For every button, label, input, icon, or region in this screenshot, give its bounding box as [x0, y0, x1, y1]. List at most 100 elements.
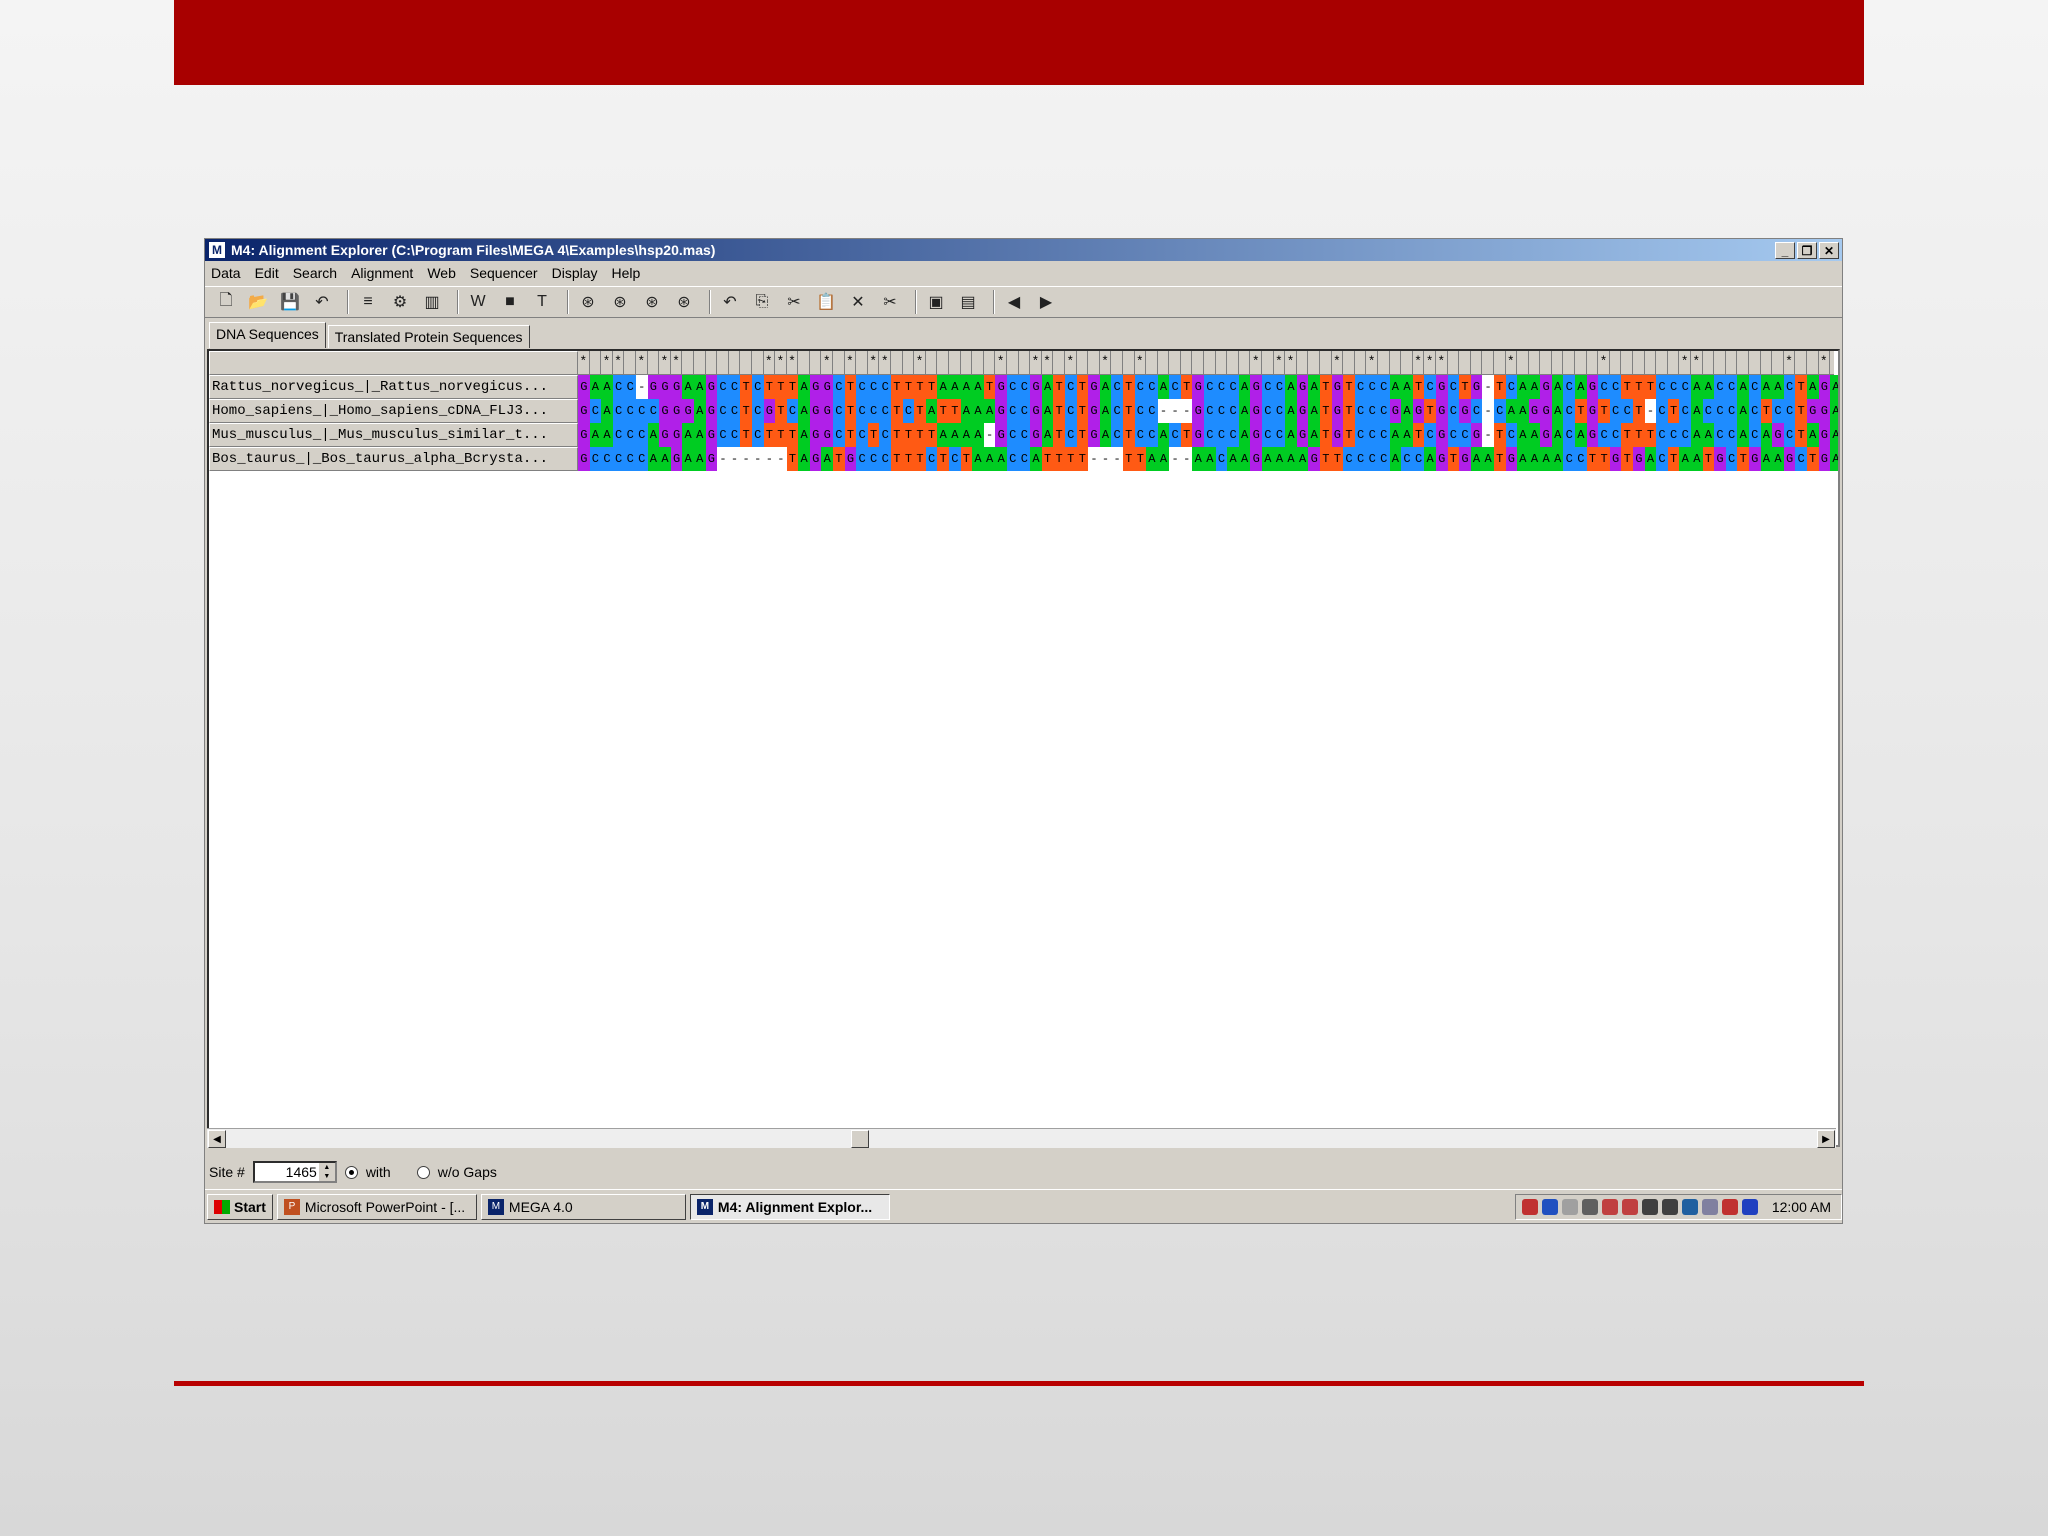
- base-cell[interactable]: G: [578, 375, 590, 399]
- base-cell[interactable]: T: [1493, 447, 1506, 471]
- w-icon[interactable]: W: [465, 290, 491, 314]
- base-cell[interactable]: C: [1598, 375, 1610, 399]
- base-cell[interactable]: C: [751, 423, 764, 447]
- base-cell[interactable]: G: [1586, 423, 1599, 447]
- base-cell[interactable]: -: [728, 447, 741, 471]
- base-cell[interactable]: C: [833, 423, 845, 447]
- base-cell[interactable]: G: [1412, 399, 1425, 423]
- base-cell[interactable]: T: [1122, 375, 1135, 399]
- base-cell[interactable]: A: [682, 423, 694, 447]
- menu-web[interactable]: Web: [427, 265, 456, 281]
- base-cell[interactable]: C: [1656, 423, 1668, 447]
- base-cell[interactable]: C: [1262, 399, 1274, 423]
- base-cell[interactable]: T: [1412, 375, 1425, 399]
- base-cell[interactable]: A: [1505, 399, 1518, 423]
- base-cell[interactable]: A: [1285, 399, 1297, 423]
- base-cell[interactable]: -: [1099, 447, 1112, 471]
- base-cell[interactable]: A: [1528, 447, 1541, 471]
- base-cell[interactable]: T: [1493, 375, 1506, 399]
- base-cell[interactable]: T: [1180, 423, 1193, 447]
- base-cell[interactable]: C: [1064, 399, 1077, 423]
- base-cell[interactable]: C: [751, 375, 764, 399]
- base-cell[interactable]: -: [1180, 447, 1193, 471]
- base-cell[interactable]: G: [1331, 399, 1344, 423]
- base-cell[interactable]: A: [972, 447, 984, 471]
- base-cell[interactable]: A: [1273, 447, 1286, 471]
- base-cell[interactable]: T: [1076, 423, 1089, 447]
- base-cell[interactable]: C: [612, 375, 625, 399]
- base-cell[interactable]: T: [1076, 399, 1089, 423]
- base-cell[interactable]: T: [902, 423, 915, 447]
- base-cell[interactable]: C: [1215, 423, 1228, 447]
- base-cell[interactable]: G: [1818, 447, 1831, 471]
- align-muscle-icon[interactable]: ⚙: [387, 290, 413, 314]
- base-cell[interactable]: A: [1401, 399, 1413, 423]
- taskbar-button[interactable]: P Microsoft PowerPoint - [...: [276, 1193, 477, 1220]
- base-cell[interactable]: C: [1215, 375, 1228, 399]
- base-cell[interactable]: T: [833, 447, 845, 471]
- base-cell[interactable]: C: [624, 375, 636, 399]
- base-cell[interactable]: T: [1667, 447, 1680, 471]
- base-cell[interactable]: C: [612, 399, 625, 423]
- base-cell[interactable]: A: [1517, 423, 1529, 447]
- base-cell[interactable]: C: [728, 423, 741, 447]
- base-cell[interactable]: A: [1540, 447, 1552, 471]
- base-cell[interactable]: C: [1204, 399, 1216, 423]
- base-cell[interactable]: T: [1320, 447, 1332, 471]
- base-cell[interactable]: G: [1088, 375, 1100, 399]
- base-cell[interactable]: C: [1064, 375, 1077, 399]
- base-cell[interactable]: C: [1262, 375, 1274, 399]
- base-cell[interactable]: C: [612, 447, 625, 471]
- base-cell[interactable]: C: [1366, 399, 1378, 423]
- base-cell[interactable]: A: [589, 423, 602, 447]
- base-cell[interactable]: A: [1760, 375, 1773, 399]
- base-cell[interactable]: G: [1783, 447, 1796, 471]
- site-number-input[interactable]: 1465 ▲ ▼: [252, 1161, 337, 1183]
- base-cell[interactable]: A: [1389, 423, 1402, 447]
- base-cell[interactable]: G: [705, 375, 718, 399]
- base-cell[interactable]: C: [1366, 423, 1378, 447]
- lock-icon[interactable]: [1641, 1198, 1658, 1215]
- base-cell[interactable]: T: [925, 423, 938, 447]
- menu-edit[interactable]: Edit: [255, 265, 279, 281]
- base-cell[interactable]: C: [1447, 399, 1460, 423]
- base-cell[interactable]: C: [1447, 375, 1460, 399]
- menu-help[interactable]: Help: [612, 265, 641, 281]
- base-cell[interactable]: T: [1621, 423, 1634, 447]
- base-cell[interactable]: T: [1320, 399, 1332, 423]
- base-cell[interactable]: T: [844, 375, 857, 399]
- base-cell[interactable]: C: [1609, 375, 1622, 399]
- base-cell[interactable]: C: [1702, 399, 1715, 423]
- undo-icon[interactable]: ↶: [717, 290, 743, 314]
- base-cell[interactable]: C: [1006, 423, 1019, 447]
- align-clustal-icon[interactable]: ≡: [355, 290, 381, 314]
- base-cell[interactable]: T: [763, 375, 776, 399]
- close-icon[interactable]: ✕: [1819, 242, 1839, 259]
- sequence-name[interactable]: Rattus_norvegicus_|_Rattus_norvegicus...: [209, 375, 578, 399]
- base-cell[interactable]: G: [1331, 375, 1344, 399]
- base-cell[interactable]: C: [635, 423, 648, 447]
- base-cell[interactable]: A: [601, 399, 613, 423]
- base-cell[interactable]: G: [995, 423, 1007, 447]
- base-cell[interactable]: T: [1598, 399, 1610, 423]
- base-cell[interactable]: G: [705, 423, 718, 447]
- base-cell[interactable]: G: [1250, 375, 1263, 399]
- base-cell[interactable]: C: [1459, 423, 1471, 447]
- base-cell[interactable]: C: [717, 423, 729, 447]
- link-icon[interactable]: [1701, 1198, 1718, 1215]
- horizontal-scrollbar[interactable]: ◀ ▶: [207, 1128, 1836, 1148]
- base-cell[interactable]: C: [1377, 447, 1390, 471]
- base-cell[interactable]: A: [1401, 375, 1413, 399]
- menu-sequencer[interactable]: Sequencer: [470, 265, 538, 281]
- base-cell[interactable]: C: [1725, 399, 1738, 423]
- base-cell[interactable]: C: [1470, 399, 1483, 423]
- base-cell[interactable]: A: [1099, 375, 1112, 399]
- base-cell[interactable]: T: [775, 375, 787, 399]
- base-cell[interactable]: C: [1679, 399, 1691, 423]
- tablet-icon[interactable]: [1741, 1198, 1758, 1215]
- with-gaps-radio[interactable]: [344, 1165, 358, 1179]
- base-cell[interactable]: A: [798, 447, 810, 471]
- base-cell[interactable]: C: [879, 399, 892, 423]
- base-cell[interactable]: T: [1795, 423, 1807, 447]
- base-cell[interactable]: C: [1006, 447, 1019, 471]
